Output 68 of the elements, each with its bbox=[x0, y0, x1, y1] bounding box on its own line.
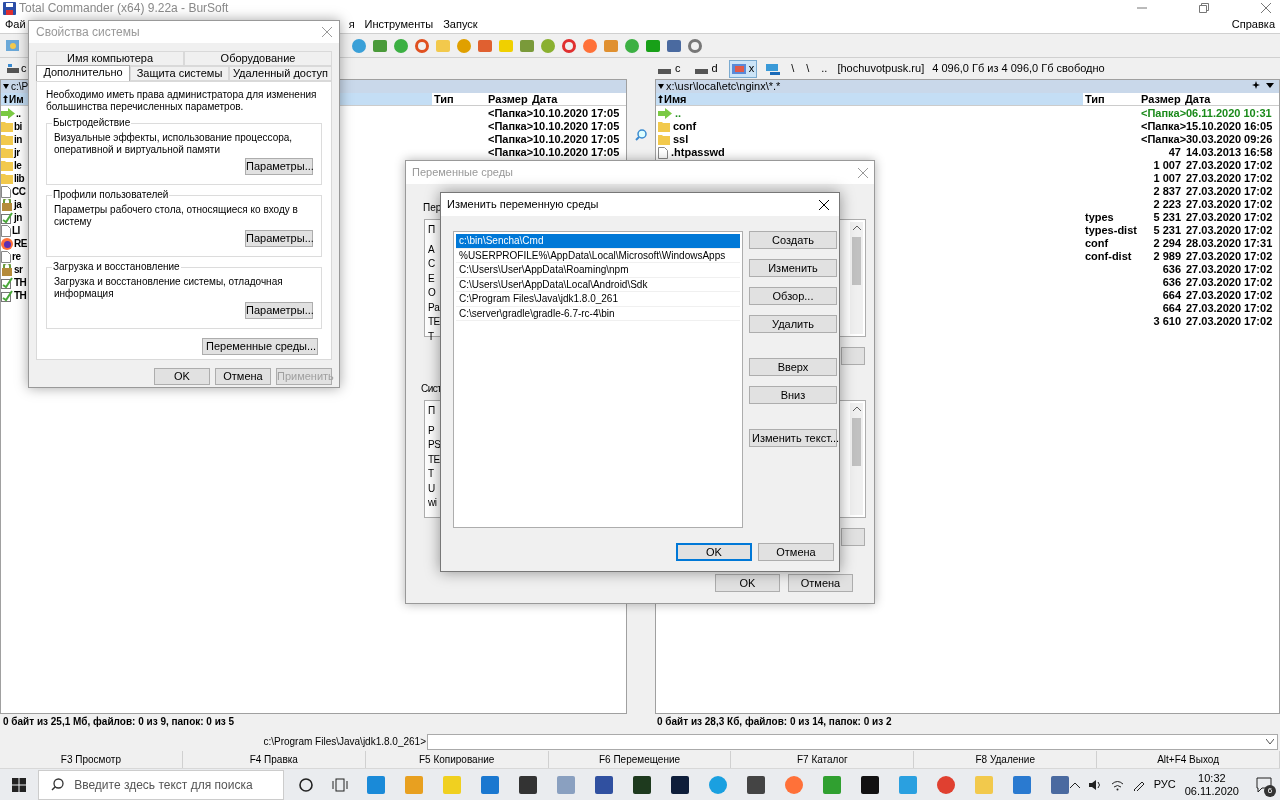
window-title: Свойства системы bbox=[36, 24, 140, 41]
free-space-text: 4 096,0 Гб из 4 096,0 Гб свободно bbox=[932, 61, 1105, 77]
file-type: conf-dist bbox=[1085, 250, 1132, 262]
file-date: 10.10.2020 17:05 bbox=[533, 120, 620, 132]
notification-badge: 6 bbox=[1264, 784, 1276, 797]
file-size: 664 bbox=[1162, 302, 1181, 314]
file-date: 28.03.2020 17:31 bbox=[1186, 237, 1273, 249]
file-size: <Папка> bbox=[488, 107, 534, 119]
file-date: 27.03.2020 17:02 bbox=[1186, 185, 1273, 197]
window-title: Переменные среды bbox=[412, 165, 513, 181]
file-size: 1 007 bbox=[1153, 172, 1181, 184]
window-title: Total Commander (x64) 9.22a - BurSoft bbox=[19, 0, 229, 17]
file-date: 27.03.2020 17:02 bbox=[1186, 224, 1273, 236]
group-title: Загрузка и восстановление bbox=[52, 261, 181, 273]
file-size: <Папка> bbox=[1141, 107, 1187, 119]
server-label: [hochuvotpusk.ru] bbox=[837, 61, 925, 77]
file-date: 27.03.2020 17:02 bbox=[1186, 211, 1273, 223]
file-date: 27.03.2020 17:02 bbox=[1186, 263, 1273, 275]
file-size: 3 610 bbox=[1153, 315, 1181, 327]
notice-text: Необходимо иметь права администратора для изменения большинства перечисленных параметров. bbox=[46, 89, 318, 113]
file-size: 5 231 bbox=[1153, 211, 1181, 223]
file-type: types bbox=[1085, 211, 1114, 223]
file-date: 27.03.2020 17:02 bbox=[1186, 250, 1273, 262]
file-date: 27.03.2020 17:02 bbox=[1186, 302, 1273, 314]
file-date: 27.03.2020 17:02 bbox=[1186, 315, 1273, 327]
file-type: types-dist bbox=[1085, 224, 1137, 236]
status-text: 0 байт из 25,1 Мб, файлов: 0 из 9, папок: 0 из 5 bbox=[2, 715, 236, 729]
file-size: <Папка> bbox=[1141, 133, 1187, 145]
file-size: 636 bbox=[1162, 263, 1181, 275]
command-prompt: c:\Program Files\Java\jdk1.8.0_261> bbox=[262, 735, 427, 749]
file-date: 27.03.2020 17:02 bbox=[1186, 289, 1273, 301]
file-date: 06.11.2020 10:31 bbox=[1186, 107, 1272, 119]
file-type: conf bbox=[1085, 237, 1109, 249]
group-title: Профили пользователей bbox=[52, 189, 170, 201]
group-text: Загрузка и восстановление системы, отладочная информация bbox=[54, 276, 284, 300]
file-date: 10.10.2020 17:05 bbox=[533, 146, 620, 158]
file-size: <Папка> bbox=[488, 146, 534, 158]
file-date: 14.03.2013 16:58 bbox=[1186, 146, 1273, 158]
file-size: 2 989 bbox=[1153, 250, 1181, 262]
group-text: Параметры рабочего стола, относящиеся ко входу в систему bbox=[54, 204, 299, 228]
file-size: 664 bbox=[1162, 289, 1181, 301]
group-title: Быстродействие bbox=[52, 117, 132, 129]
window-title: Изменить переменную среды bbox=[447, 197, 599, 213]
file-size: 2 223 bbox=[1153, 198, 1181, 210]
column-title: Имя bbox=[664, 92, 687, 106]
file-date: 30.03.2020 09:26 bbox=[1186, 133, 1273, 145]
file-date: 27.03.2020 17:02 bbox=[1186, 276, 1273, 288]
group-title: Сист bbox=[421, 382, 442, 396]
file-size: 2 837 bbox=[1153, 185, 1181, 197]
file-size: <Папка> bbox=[1141, 120, 1187, 132]
file-date: 10.10.2020 17:05 bbox=[533, 107, 620, 119]
file-size: 47 bbox=[1168, 146, 1181, 158]
file-date: 27.03.2020 17:02 bbox=[1186, 198, 1273, 210]
file-size: 5 231 bbox=[1153, 224, 1181, 236]
file-size: <Папка> bbox=[488, 133, 534, 145]
path-text: c:\P bbox=[11, 80, 29, 93]
path-text: x:\usr\local\etc\nginx\*.* bbox=[666, 80, 781, 93]
file-size: 2 294 bbox=[1153, 237, 1181, 249]
file-date: 15.10.2020 16:05 bbox=[1186, 120, 1273, 132]
file-size: <Папка> bbox=[488, 120, 534, 132]
file-date: 27.03.2020 17:02 bbox=[1186, 172, 1273, 184]
column-title: Им bbox=[9, 92, 24, 106]
group-text: Визуальные эффекты, использование процессора, оперативной и виртуальной памяти bbox=[54, 132, 294, 156]
file-size: 1 007 bbox=[1153, 159, 1181, 171]
status-text: 0 байт из 28,3 Кб, файлов: 0 из 14, папок: 0 из 2 bbox=[656, 715, 892, 729]
file-date: 10.10.2020 17:05 bbox=[533, 133, 620, 145]
file-date: 27.03.2020 17:02 bbox=[1186, 159, 1273, 171]
file-size: 636 bbox=[1162, 276, 1181, 288]
